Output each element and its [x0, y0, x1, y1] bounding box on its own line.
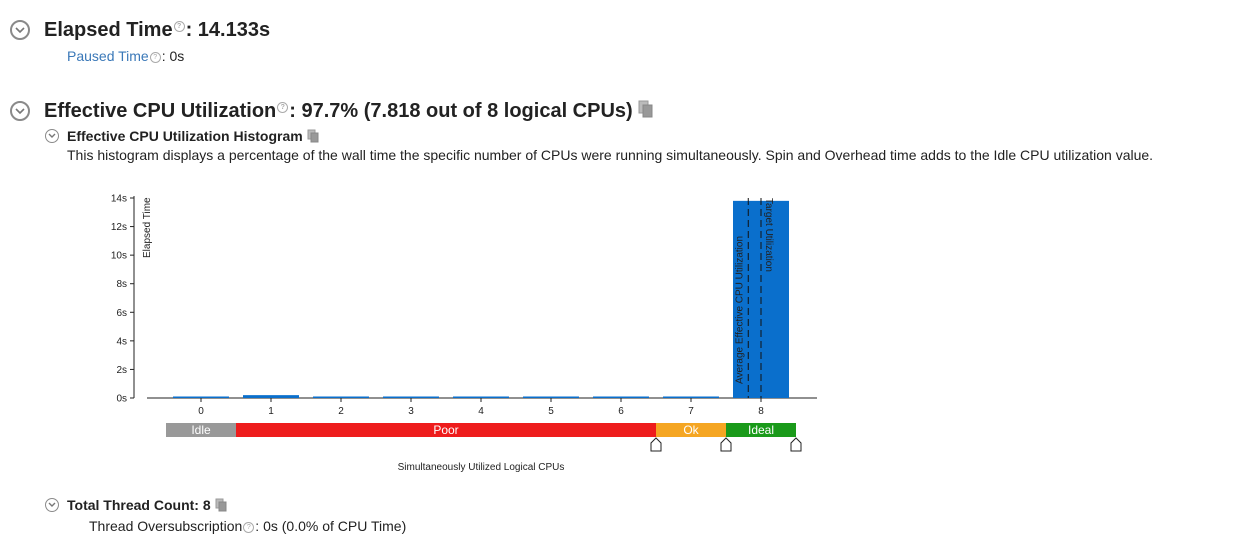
x-tick-label: 7	[688, 406, 694, 417]
y-tick-label: 4s	[116, 336, 127, 347]
histogram-bar	[593, 396, 649, 398]
thread-count-row: Total Thread Count: 8	[67, 497, 227, 515]
x-tick-label: 5	[548, 406, 554, 417]
y-tick-label: 10s	[111, 251, 127, 262]
copy-icon[interactable]	[215, 498, 227, 515]
thread-count-label: Total Thread Count: 8	[67, 497, 211, 513]
x-tick-label: 2	[338, 406, 344, 417]
thread-oversubscription-label: Thread Oversubscription	[89, 518, 243, 534]
histogram-bar	[453, 396, 509, 398]
histogram-bar	[313, 396, 369, 398]
y-tick-label: 2s	[116, 365, 127, 376]
histogram-bar	[383, 396, 439, 398]
utilization-zone-label: Ok	[683, 423, 699, 437]
thread-count-toggle[interactable]	[45, 498, 59, 512]
y-axis-title: Elapsed Time	[142, 197, 153, 258]
y-tick-label: 14s	[111, 194, 127, 205]
x-tick-label: 0	[198, 406, 204, 417]
histogram-bar	[243, 395, 299, 398]
marker-label: Target Utilization	[763, 198, 774, 272]
x-tick-label: 8	[758, 406, 764, 417]
chevron-down-icon	[48, 502, 56, 507]
x-axis-title: Simultaneously Utilized Logical CPUs	[398, 462, 565, 473]
threshold-handle[interactable]	[720, 437, 732, 452]
x-tick-label: 1	[268, 406, 274, 417]
x-tick-label: 6	[618, 406, 624, 417]
cpu-histogram-chart: 0s 2s 4s 6s 8s 10s 12s 14s Elapsed Time 0 1 2 3 4 5 6 7 8…	[111, 194, 817, 473]
histogram-bar	[523, 396, 579, 398]
marker-label: Average Effective CPU Utilization	[734, 236, 745, 384]
thread-oversubscription-value: : 0s (0.0% of CPU Time)	[255, 518, 407, 534]
utilization-zone-label: Poor	[433, 423, 458, 437]
histogram-bar	[173, 396, 229, 398]
x-tick-label: 4	[478, 406, 484, 417]
y-tick-label: 6s	[116, 308, 127, 319]
threshold-handle[interactable]	[790, 437, 802, 452]
utilization-zone-label: Idle	[191, 423, 211, 437]
y-tick-label: 0s	[116, 394, 127, 405]
x-tick-label: 3	[408, 406, 414, 417]
help-icon[interactable]: ?	[243, 521, 255, 533]
histogram-bar	[663, 396, 719, 398]
threshold-handle[interactable]	[650, 437, 662, 452]
thread-oversubscription-row: Thread Oversubscription?: 0s (0.0% of CP…	[89, 518, 406, 534]
y-tick-label: 12s	[111, 222, 127, 233]
y-tick-label: 8s	[116, 279, 127, 290]
utilization-zone-label: Ideal	[748, 423, 774, 437]
